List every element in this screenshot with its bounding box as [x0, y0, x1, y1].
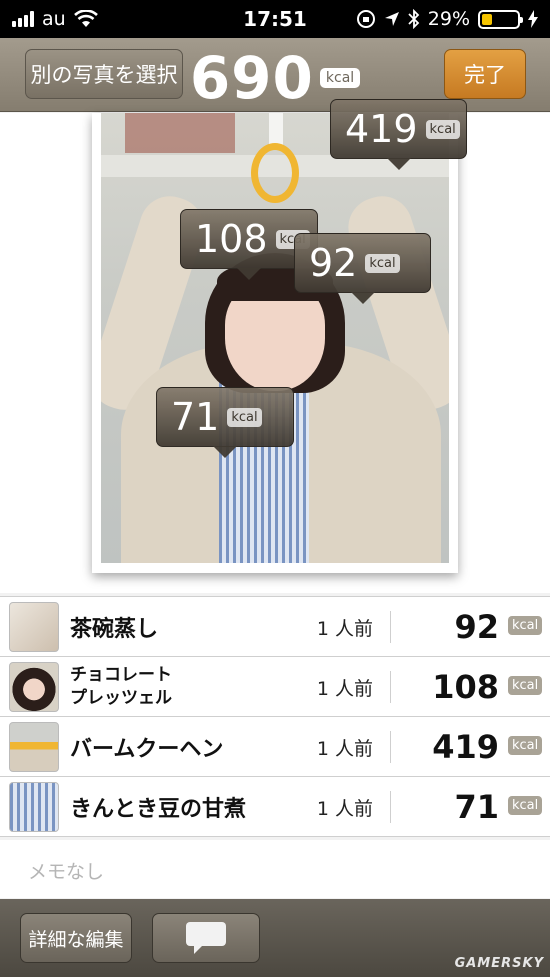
kcal-unit: kcal — [508, 736, 543, 755]
orientation-lock-icon — [356, 10, 375, 28]
portion[interactable]: 1 人前 — [300, 657, 390, 717]
food-name: きんとき豆の甘煮 — [70, 797, 247, 822]
food-thumbnail — [9, 662, 59, 712]
kcal-unit: kcal — [508, 796, 543, 815]
photo-area: 419 kcal 108 kcal 92 kcal 71 kcal — [0, 99, 550, 593]
detailed-edit-button[interactable]: 詳細な編集 — [20, 913, 132, 963]
callout-unit: kcal — [227, 407, 262, 427]
bottom-toolbar: 詳細な編集 GAMERSKY — [0, 899, 550, 977]
callout-value: 108 — [195, 217, 268, 261]
callout-value: 71 — [171, 395, 220, 439]
photo-frame — [92, 113, 458, 573]
food-thumbnail — [9, 782, 59, 832]
list-item[interactable]: 茶碗蒸し 1 人前 92 kcal — [0, 597, 550, 657]
bluetooth-icon — [408, 9, 420, 29]
battery-percent: 29% — [427, 8, 470, 30]
food-kcal: 419 — [432, 728, 499, 766]
speech-bubble-icon — [186, 922, 226, 954]
food-kcal: 92 — [454, 608, 499, 646]
watermark: GAMERSKY — [454, 956, 544, 971]
callout-value: 92 — [309, 241, 358, 285]
list-item[interactable]: バームクーヘン 1 人前 419 kcal — [0, 717, 550, 777]
kcal-unit: kcal — [508, 676, 543, 695]
list-item[interactable]: きんとき豆の甘煮 1 人前 71 kcal — [0, 777, 550, 837]
portion[interactable]: 1 人前 — [300, 717, 390, 777]
meal-photo[interactable] — [101, 113, 449, 563]
total-kcal-unit: kcal — [319, 68, 361, 88]
food-kcal: 108 — [432, 668, 499, 706]
battery-icon — [478, 9, 523, 29]
food-name: 茶碗蒸し — [70, 617, 159, 642]
calorie-callout[interactable]: 71 kcal — [156, 387, 294, 458]
charging-icon — [528, 10, 538, 28]
kcal-unit: kcal — [508, 616, 543, 635]
list-item[interactable]: チョコレート プレッツェル 1 人前 108 kcal — [0, 657, 550, 717]
callout-unit: kcal — [425, 119, 460, 139]
callout-unit: kcal — [365, 253, 400, 273]
food-name: バームクーヘン — [70, 737, 224, 762]
food-thumbnail — [9, 602, 59, 652]
navigation-bar: 別の写真を選択 690 kcal 完了 — [0, 38, 550, 112]
calorie-callout[interactable]: 92 kcal — [294, 233, 431, 304]
comment-button[interactable] — [152, 913, 260, 963]
total-kcal-value: 690 — [189, 44, 314, 112]
food-name: チョコレート プレッツェル — [70, 665, 172, 708]
done-button[interactable]: 完了 — [444, 49, 526, 99]
portion[interactable]: 1 人前 — [300, 597, 390, 657]
memo-placeholder: メモなし — [28, 861, 105, 883]
status-bar: au 17:51 29% — [0, 0, 550, 38]
portion[interactable]: 1 人前 — [300, 777, 390, 837]
calorie-callout[interactable]: 419 kcal — [330, 99, 467, 170]
food-list: 茶碗蒸し 1 人前 92 kcal チョコレート プレッツェル 1 人前 108… — [0, 596, 550, 837]
callout-value: 419 — [345, 107, 418, 151]
food-kcal: 71 — [454, 788, 499, 826]
memo-field[interactable]: メモなし — [0, 840, 550, 898]
location-icon — [384, 12, 399, 26]
food-thumbnail — [9, 722, 59, 772]
